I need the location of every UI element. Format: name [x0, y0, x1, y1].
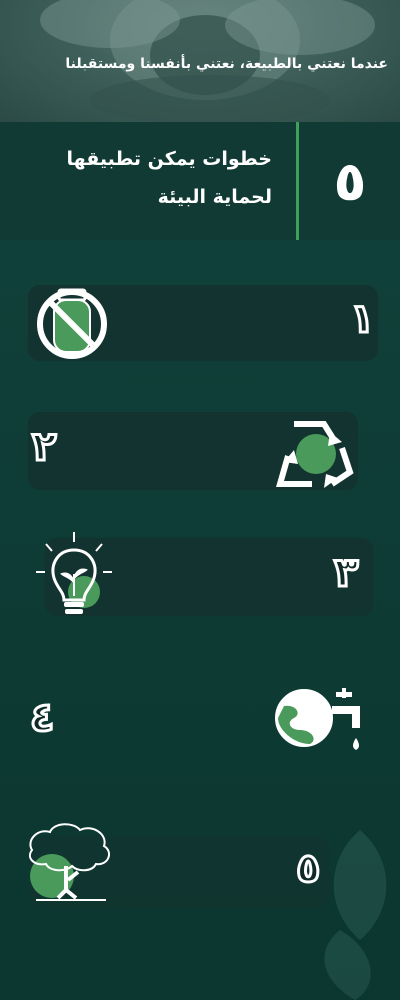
step-1-number: ١ [348, 295, 375, 344]
recycle-icon [276, 421, 354, 488]
title-line-1: خطوات يمكن تطبيقها [66, 148, 272, 170]
step-2-number: ٢ [30, 423, 57, 472]
eco-lightbulb-icon [36, 532, 112, 614]
title-number: ٥ [333, 149, 367, 213]
step-3-number: ٣ [332, 549, 359, 598]
infographic-page: عندما نعتني بالطبيعة، نعتني بأنفسنا ومست… [0, 0, 400, 1000]
no-plastic-bottle-icon [37, 288, 107, 359]
tagline: عندما نعتني بالطبيعة، نعتني بأنفسنا ومست… [65, 56, 388, 72]
hero-banner: عندما نعتني بالطبيعة، نعتني بأنفسنا ومست… [0, 0, 400, 122]
tree-icon [28, 823, 111, 901]
title-divider [296, 122, 299, 240]
step-5-number: ٥ [294, 845, 321, 894]
title-text: خطوات يمكن تطبيقها لحماية البيئة [40, 140, 272, 216]
earth-water-tap-icon [275, 688, 360, 750]
step-4-number: ٤ [28, 694, 55, 743]
title-line-2: لحماية البيئة [157, 186, 272, 208]
